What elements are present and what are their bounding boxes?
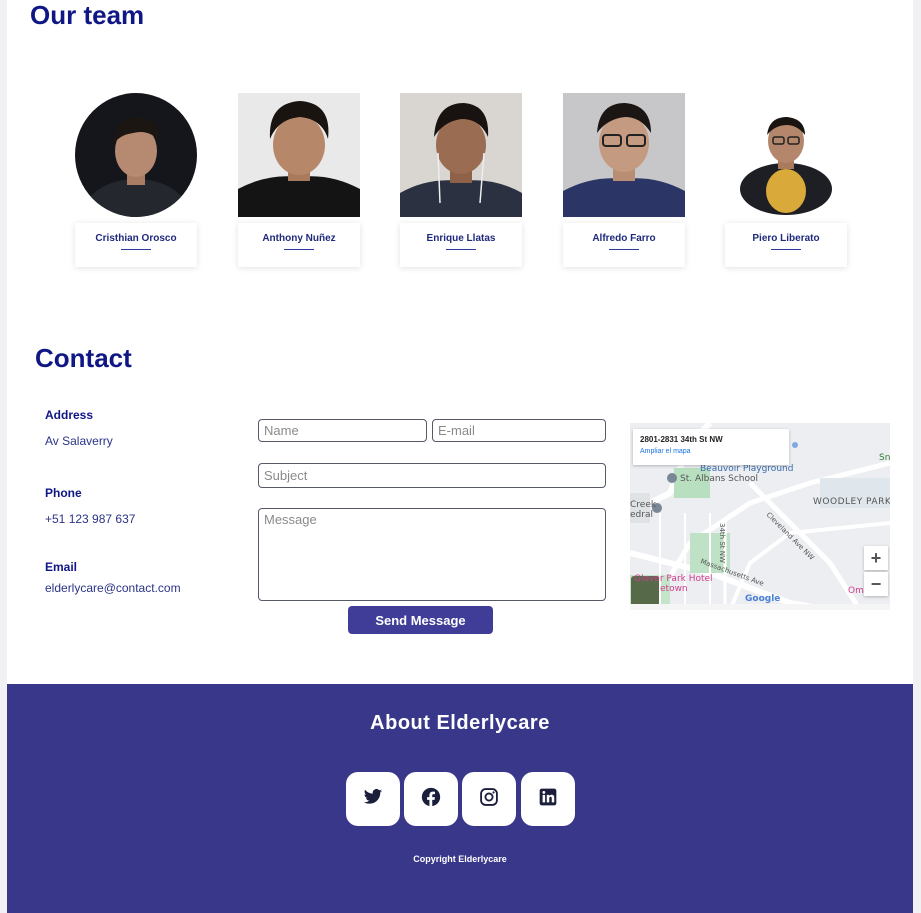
page: Our team Cristhian Orosco Anthony Nuñez … [7,0,913,913]
email-value: elderlycare@contact.com [45,581,181,595]
facebook-link[interactable] [404,772,458,826]
member-name: Anthony Nuñez [262,233,336,244]
team-member: Piero Liberato [725,93,847,268]
member-name: Alfredo Farro [592,233,656,244]
map-label-34th: 34th St NW [718,523,726,563]
member-divider [771,249,801,250]
member-divider [121,249,151,250]
member-card: Alfredo Farro [563,223,685,267]
member-divider [609,249,639,250]
google-logo: Google [745,594,780,604]
member-divider [446,249,476,250]
instagram-icon [479,787,499,812]
member-card: Enrique Llatas [400,223,522,267]
footer: About Elderlycare Copyright Elderlycare [7,684,913,913]
member-divider [284,249,314,250]
map-zoom-out-button[interactable]: − [864,572,888,596]
team-member: Anthony Nuñez [238,93,360,268]
member-card: Piero Liberato [725,223,847,267]
team-member: Cristhian Orosco [75,93,197,268]
member-photo [238,93,360,217]
map-enlarge-link[interactable]: Ampliar el mapa [640,448,782,455]
message-textarea[interactable] [258,508,606,601]
map-label-playground: Beauvoir Playground [700,464,793,474]
map-label-sn: Sn [879,453,890,463]
linkedin-icon [538,787,558,812]
team-member: Enrique Llatas [400,93,522,268]
member-card: Cristhian Orosco [75,223,197,267]
copyright-text: Copyright Elderlycare [413,854,507,864]
map-label-creek: Creek [630,500,657,510]
instagram-link[interactable] [462,772,516,826]
phone-value: +51 123 987 637 [45,512,136,526]
facebook-icon [421,787,441,812]
linkedin-link[interactable] [521,772,575,826]
subject-input[interactable] [258,463,606,488]
member-card: Anthony Nuñez [238,223,360,267]
name-input[interactable] [258,419,427,442]
member-photo [400,93,522,217]
address-label: Address [45,408,94,422]
member-name: Piero Liberato [752,233,820,244]
map-label-woodley: WOODLEY PARK [813,497,890,507]
member-photo [75,93,197,217]
team-list: Cristhian Orosco Anthony Nuñez Enrique L… [75,93,855,273]
member-name: Cristhian Orosco [95,233,177,244]
member-photo [563,93,685,217]
send-message-button[interactable]: Send Message [348,606,493,634]
email-input[interactable] [432,419,606,442]
team-title: Our team [30,0,145,30]
map-label-hotel: Glover Park Hotel [634,574,713,584]
member-photo [725,93,847,217]
member-name: Enrique Llatas [426,233,496,244]
map-zoom-in-button[interactable]: + [864,546,888,570]
contact-title: Contact [35,343,132,373]
phone-label: Phone [45,486,82,500]
map-label-school: St. Albans School [680,474,758,484]
email-label: Email [45,560,78,574]
map-label-cathedral: edral [630,510,653,520]
map-address: 2801-2831 34th St NW [640,435,723,444]
twitter-link[interactable] [346,772,400,826]
twitter-icon [363,787,383,812]
team-member: Alfredo Farro [563,93,685,268]
map-label-town: etown [660,584,688,594]
map-address-card: 2801-2831 34th St NW Ampliar el mapa [633,429,789,465]
address-value: Av Salaverry [45,434,113,448]
footer-title: About Elderlycare [370,712,550,734]
map-embed[interactable]: Beauvoir Playground St. Albans School WO… [630,423,890,610]
